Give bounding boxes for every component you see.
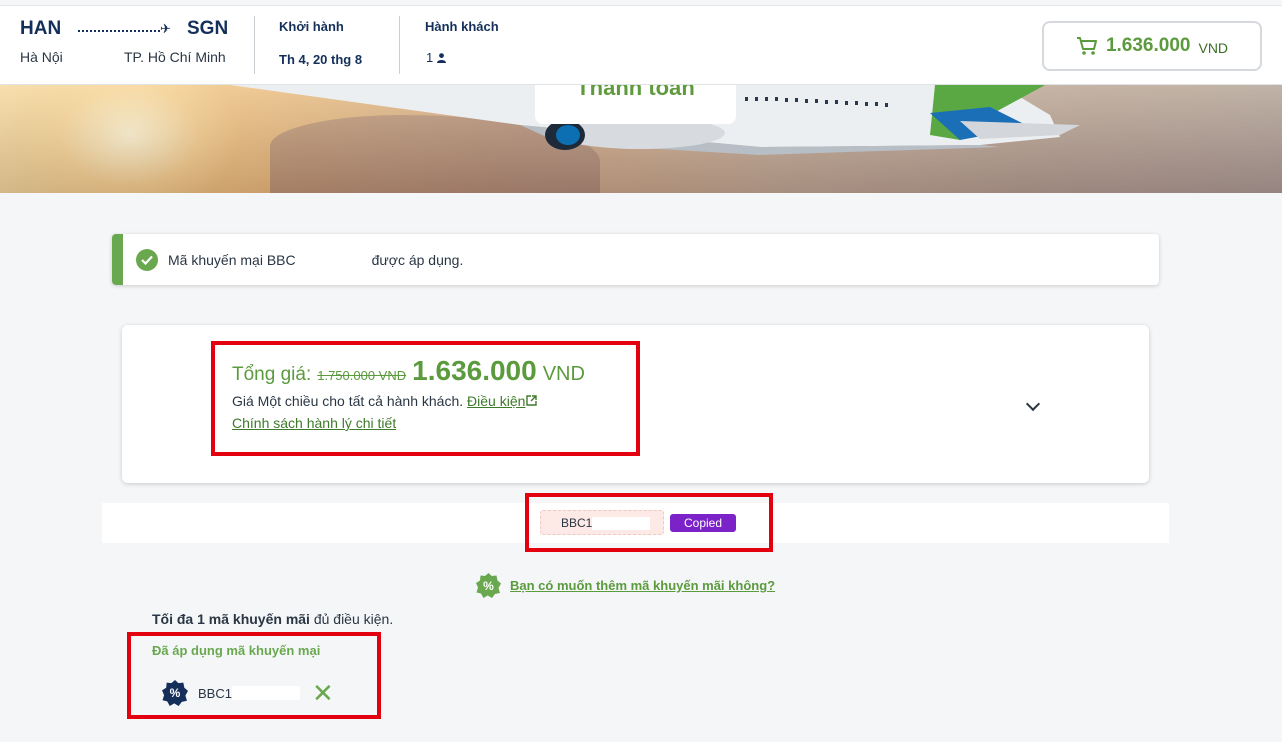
- origin-city: Hà Nội: [20, 49, 63, 65]
- cart-icon: [1076, 37, 1097, 55]
- destination-code: SGN: [187, 18, 229, 39]
- plane-icon: ✈: [160, 21, 171, 36]
- route-line: [78, 30, 160, 32]
- add-promo-text: Bạn có muốn thêm mã khuyến mãi không?: [510, 578, 776, 593]
- origin-code: HAN: [20, 18, 62, 39]
- page-title-card: Thanh toán: [535, 85, 736, 124]
- promo-applied-alert: Mã khuyến mại BBC được áp dụng.: [112, 234, 1159, 285]
- cart-button[interactable]: 1.636.000 VND: [1042, 21, 1262, 71]
- destination-city: TP. Hồ Chí Minh: [124, 49, 226, 65]
- promo-limit-bold: Tối đa 1 mã khuyến mãi: [152, 611, 310, 627]
- cart-currency: VND: [1198, 39, 1229, 56]
- percent-badge-icon: %: [476, 573, 501, 598]
- check-icon: [136, 248, 158, 271]
- cart-amount: 1.636.000: [1105, 35, 1191, 56]
- departure-date: Th 4, 20 thg 8: [279, 52, 363, 67]
- promo-limit-note: Tối đa 1 mã khuyến mãi đủ điều kiện.: [152, 611, 393, 627]
- highlight-box-price: [211, 341, 640, 456]
- chevron-down-icon[interactable]: [1025, 396, 1041, 412]
- passengers-label: Hành khách: [425, 19, 499, 34]
- promo-limit-rest: đủ điều kiện.: [313, 611, 394, 627]
- alert-text-after: được áp dụng.: [371, 251, 464, 268]
- highlight-box-code: [525, 493, 773, 552]
- header-divider: [254, 16, 255, 74]
- booking-header: HAN ✈ SGN Hà Nội TP. Hồ Chí Minh Khởi hà…: [0, 5, 1282, 85]
- passenger-count: 1: [426, 50, 447, 65]
- person-icon: [437, 52, 447, 63]
- masked-code: [295, 252, 366, 267]
- alert-message: Mã khuyến mại BBC được áp dụng.: [168, 252, 463, 268]
- add-promo-link[interactable]: % Bạn có muốn thêm mã khuyến mãi không?: [476, 573, 775, 598]
- highlight-box-applied: [127, 632, 381, 719]
- departure-label: Khởi hành: [279, 19, 344, 34]
- header-divider: [399, 16, 400, 74]
- passenger-count-value: 1: [426, 50, 434, 65]
- page-title: Thanh toán: [576, 85, 695, 100]
- alert-text-before: Mã khuyến mại BBC: [168, 251, 296, 268]
